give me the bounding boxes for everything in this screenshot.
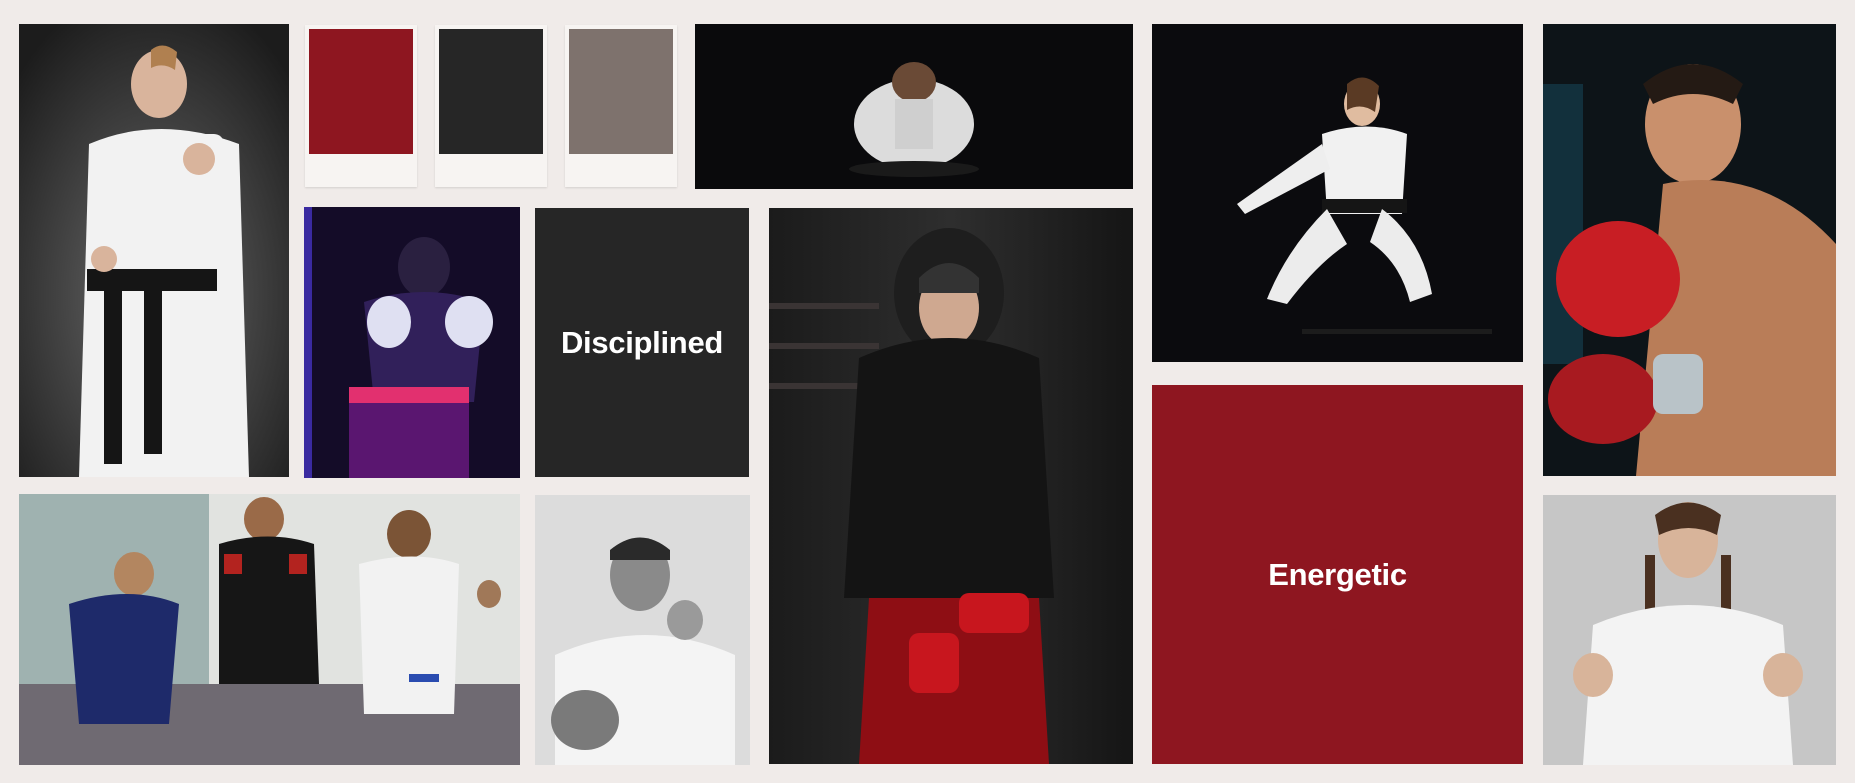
disciplined-label: Disciplined bbox=[560, 324, 724, 360]
color-swatch-taupe bbox=[565, 25, 677, 187]
girl-kneeling-kata-photo bbox=[1152, 24, 1523, 362]
hooded-boxer-photo bbox=[769, 208, 1133, 764]
kids-class-instructor-photo bbox=[19, 494, 520, 765]
karate-woman-black-belt-photo bbox=[19, 24, 289, 477]
boxer-red-gloves-photo bbox=[1543, 24, 1836, 476]
swatch-chip bbox=[309, 29, 413, 154]
kneeling-bow-photo bbox=[695, 24, 1133, 189]
energetic-label: Energetic bbox=[1268, 556, 1407, 592]
disciplined-word-tile: Disciplined bbox=[535, 208, 749, 477]
energetic-word-tile: Energetic bbox=[1152, 385, 1523, 764]
muay-thai-fighter-neon-photo bbox=[304, 207, 520, 478]
man-punch-bw-photo bbox=[535, 495, 750, 765]
swatch-chip bbox=[439, 29, 543, 154]
swatch-chip bbox=[569, 29, 673, 154]
woman-braids-gi-photo bbox=[1543, 495, 1836, 765]
color-swatch-charcoal bbox=[435, 25, 547, 187]
color-swatch-red bbox=[305, 25, 417, 187]
